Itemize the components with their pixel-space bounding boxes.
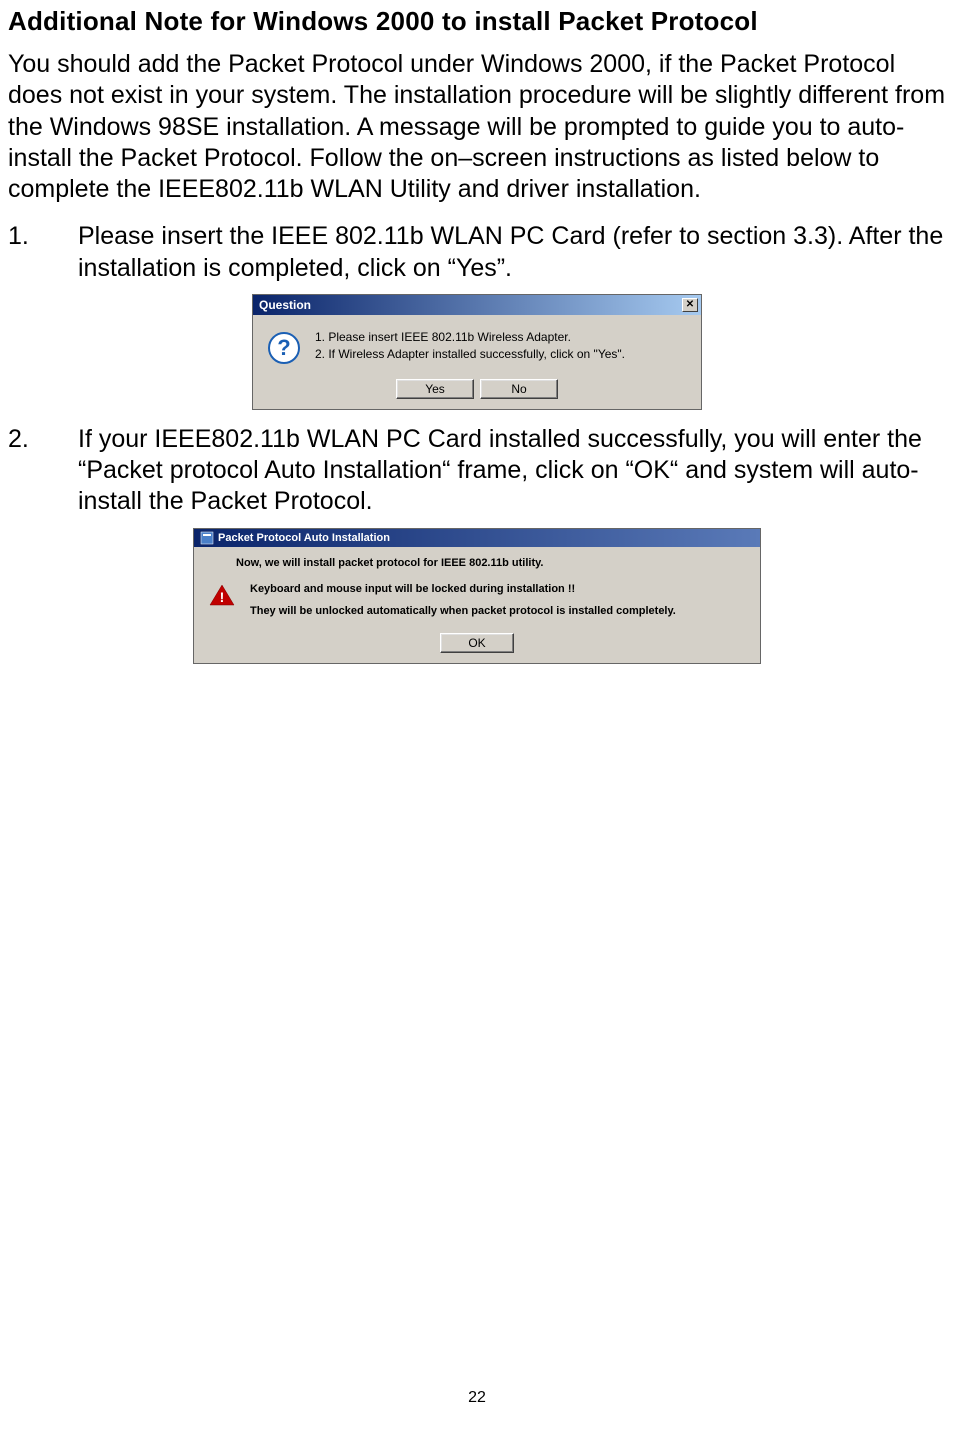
svg-text:!: ! xyxy=(220,589,225,605)
packet-protocol-title: Packet Protocol Auto Installation xyxy=(218,532,390,544)
packet-protocol-titlebar: Packet Protocol Auto Installation xyxy=(194,529,760,547)
warning-icon: ! xyxy=(208,583,236,607)
no-button[interactable]: No xyxy=(480,379,558,399)
intro-paragraph: You should add the Packet Protocol under… xyxy=(8,49,946,205)
packet-protocol-line-3: They will be unlocked automatically when… xyxy=(250,605,676,617)
app-icon xyxy=(200,531,214,545)
packet-protocol-line-1: Now, we will install packet protocol for… xyxy=(236,557,746,569)
step-2-text: If your IEEE802.11b WLAN PC Card install… xyxy=(78,424,946,518)
yes-button[interactable]: Yes xyxy=(396,379,474,399)
packet-protocol-line-2: Keyboard and mouse input will be locked … xyxy=(250,583,676,595)
question-line-1: 1. Please insert IEEE 802.11b Wireless A… xyxy=(315,329,625,346)
step-1: 1. Please insert the IEEE 802.11b WLAN P… xyxy=(8,221,946,284)
svg-text:?: ? xyxy=(277,335,290,360)
question-dialog-title: Question xyxy=(259,298,311,312)
step-1-number: 1. xyxy=(8,221,78,284)
question-dialog-titlebar: Question ✕ xyxy=(253,295,701,315)
question-icon: ? xyxy=(267,331,301,365)
step-2: 2. If your IEEE802.11b WLAN PC Card inst… xyxy=(8,424,946,518)
packet-protocol-dialog: Packet Protocol Auto Installation Now, w… xyxy=(193,528,761,664)
step-2-number: 2. xyxy=(8,424,78,518)
step-1-text: Please insert the IEEE 802.11b WLAN PC C… xyxy=(78,221,946,284)
question-line-2: 2. If Wireless Adapter installed success… xyxy=(315,346,625,363)
page-heading: Additional Note for Windows 2000 to inst… xyxy=(8,6,946,37)
page-number: 22 xyxy=(468,1389,486,1407)
question-dialog-text: 1. Please insert IEEE 802.11b Wireless A… xyxy=(315,329,625,365)
ok-button[interactable]: OK xyxy=(440,633,514,653)
close-button[interactable]: ✕ xyxy=(682,298,698,312)
question-dialog: Question ✕ ? 1. Please insert IEEE 802.1… xyxy=(252,294,702,410)
